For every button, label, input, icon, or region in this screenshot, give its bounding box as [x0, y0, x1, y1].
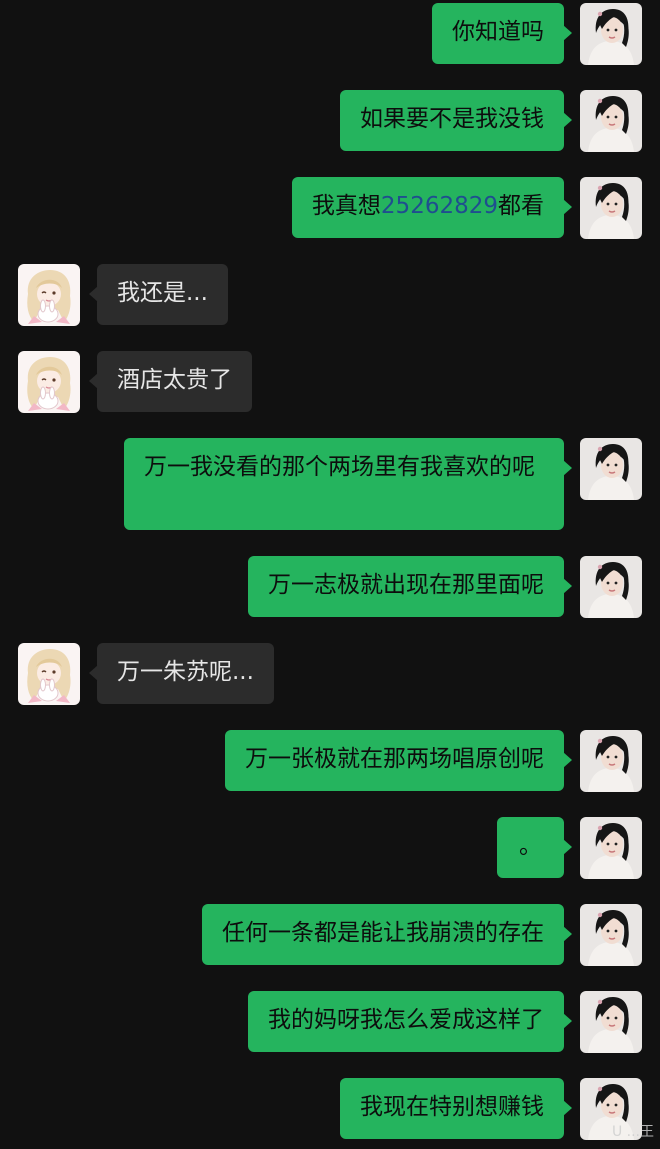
girl-portrait-avatar-icon[interactable] — [580, 991, 642, 1053]
received-message-bubble[interactable]: 我还是... — [89, 264, 228, 325]
anime-girl-with-bunny-avatar-icon[interactable] — [18, 351, 80, 413]
sent-message-bubble[interactable]: 如果要不是我没钱 — [340, 90, 572, 151]
sent-message-bubble[interactable]: 。 — [497, 817, 572, 878]
message-text: 我现在特别想赚钱 — [360, 1094, 544, 1120]
sent-message-bubble[interactable]: 你知道吗 — [432, 3, 572, 64]
received-message-bubble[interactable]: 酒店太贵了 — [89, 351, 252, 412]
sent-message-bubble[interactable]: 我真想25262829都看 — [291, 177, 573, 238]
message-text: 。 — [519, 833, 542, 859]
message-text: 你知道吗 — [452, 19, 544, 45]
sent-message-bubble[interactable]: 任何一条都是能让我崩溃的存在 — [202, 904, 572, 965]
girl-portrait-avatar-icon[interactable] — [580, 90, 642, 152]
girl-portrait-avatar-icon[interactable] — [580, 904, 642, 966]
message-text: 任何一条都是能让我崩溃的存在 — [222, 920, 544, 946]
watermark: U ...王 — [611, 1124, 654, 1140]
sent-message-bubble[interactable]: 我现在特别想赚钱 — [340, 1078, 572, 1139]
girl-portrait-avatar-icon[interactable] — [580, 556, 642, 618]
anime-girl-with-bunny-avatar-icon[interactable] — [18, 264, 80, 326]
message-text: 我真想 — [311, 193, 381, 219]
anime-girl-with-bunny-avatar-icon[interactable] — [18, 643, 80, 705]
message-text: 万一朱苏呢... — [117, 659, 254, 685]
message-text: 万一我没看的那个两场里有我喜欢的呢 — [144, 454, 535, 480]
sent-message-bubble[interactable]: 万一我没看的那个两场里有我喜欢的呢 — [124, 438, 572, 530]
received-message-bubble[interactable]: 万一朱苏呢... — [89, 643, 274, 704]
sent-message-bubble[interactable]: 万一志极就出现在那里面呢 — [248, 556, 572, 617]
message-text: 我还是... — [117, 280, 208, 306]
girl-portrait-avatar-icon[interactable] — [580, 177, 642, 239]
girl-portrait-avatar-icon[interactable] — [580, 438, 642, 500]
message-text: 酒店太贵了 — [117, 367, 232, 393]
message-text: 如果要不是我没钱 — [360, 106, 544, 132]
message-text: 我的妈呀我怎么爱成这样了 — [268, 1007, 544, 1033]
message-text: 都看 — [498, 193, 544, 219]
sent-message-bubble[interactable]: 我的妈呀我怎么爱成这样了 — [248, 991, 572, 1052]
sent-message-bubble[interactable]: 万一张极就在那两场唱原创呢 — [225, 730, 572, 791]
girl-portrait-avatar-icon[interactable] — [580, 817, 642, 879]
phone-number-link[interactable]: 25262829 — [381, 193, 498, 219]
girl-portrait-avatar-icon[interactable] — [580, 3, 642, 65]
message-text: 万一志极就出现在那里面呢 — [268, 572, 544, 598]
message-text: 万一张极就在那两场唱原创呢 — [245, 746, 544, 772]
girl-portrait-avatar-icon[interactable] — [580, 730, 642, 792]
